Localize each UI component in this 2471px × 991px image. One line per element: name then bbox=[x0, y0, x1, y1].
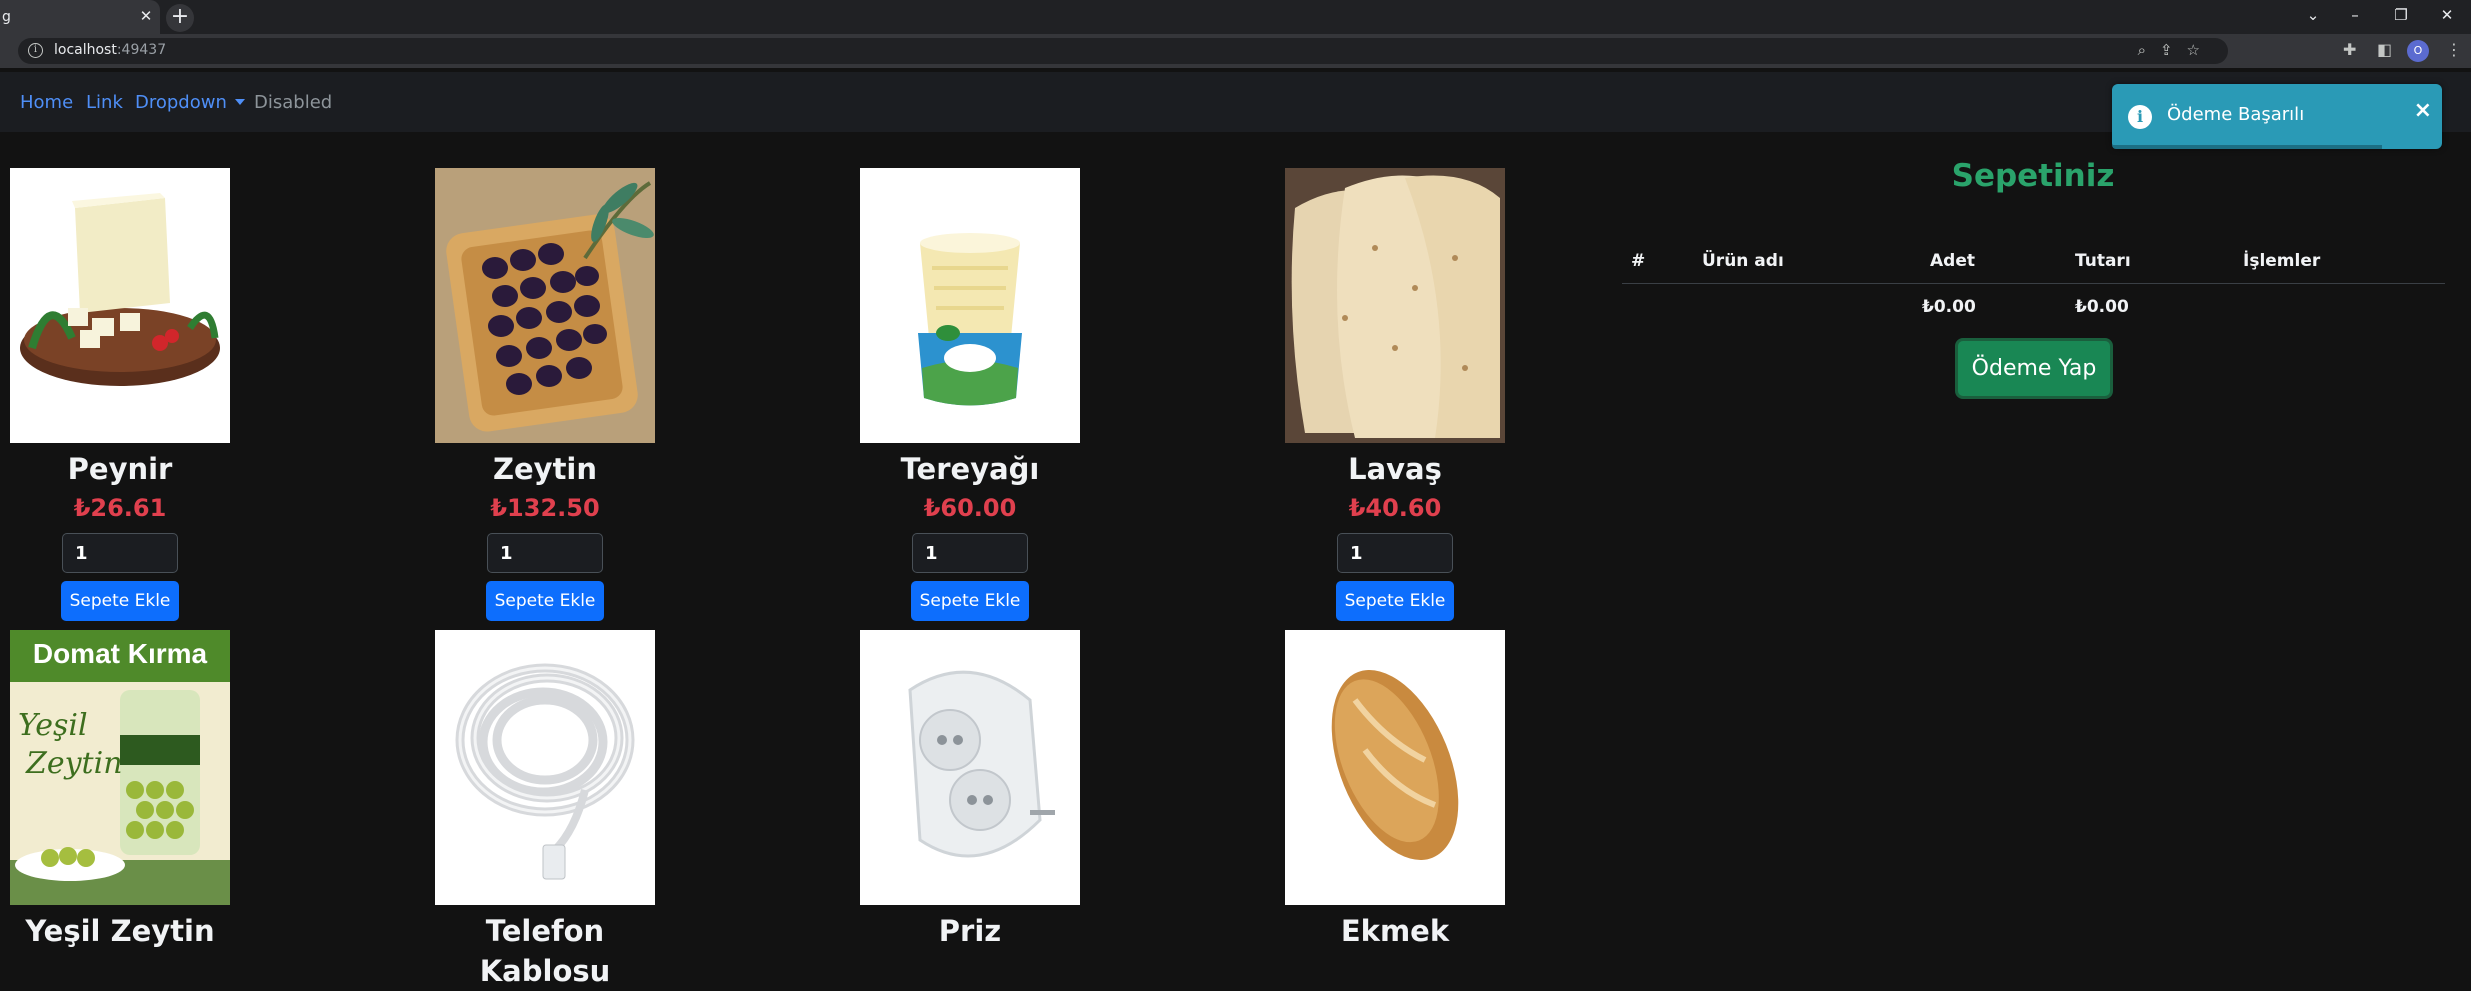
browser-toolbar: i localhost:49437 ⌕⇪☆ ✚ ◧ O ⋮ bbox=[0, 34, 2471, 68]
add-to-cart-button[interactable]: Sepete Ekle bbox=[911, 581, 1029, 621]
product-image-butter bbox=[860, 168, 1080, 443]
close-icon[interactable]: × bbox=[2414, 98, 2432, 123]
product-image-socket bbox=[860, 630, 1080, 905]
product-name: Lavaş bbox=[1348, 452, 1442, 486]
product-price: ₺132.50 bbox=[490, 494, 600, 522]
quantity-input[interactable] bbox=[1337, 533, 1453, 573]
add-to-cart-button[interactable]: Sepete Ekle bbox=[1336, 581, 1454, 621]
product-image-phone-cable bbox=[435, 630, 655, 905]
cart-title: Sepetiniz bbox=[1951, 158, 2115, 194]
browser-tabstrip: g ✕ + ⌄ – ❐ ✕ bbox=[0, 0, 2471, 34]
add-to-cart-button[interactable]: Sepete Ekle bbox=[486, 581, 604, 621]
zoom-icon[interactable]: ⌕ bbox=[2138, 41, 2160, 59]
omnibox-actions: ⌕⇪☆ bbox=[2138, 41, 2214, 59]
share-icon[interactable]: ⇪ bbox=[2160, 41, 2187, 59]
image-label-yesil: Yeşil bbox=[18, 708, 88, 743]
product-name: Ekmek bbox=[1340, 914, 1450, 948]
product-card: Tereyağı ₺60.00 Sepete Ekle bbox=[860, 168, 1080, 621]
toast-progress-bar bbox=[2112, 145, 2382, 149]
minimize-icon[interactable]: – bbox=[2332, 0, 2378, 34]
success-toast[interactable]: i Ödeme Başarılı × bbox=[2112, 84, 2442, 149]
product-image-bread bbox=[1285, 630, 1505, 905]
site-info-icon[interactable]: i bbox=[28, 43, 43, 58]
product-card: Peynir ₺26.61 Sepete Ekle bbox=[10, 168, 230, 621]
profile-avatar[interactable]: O bbox=[2407, 40, 2429, 62]
product-image-green-olives: Domat Kırma Yeşil Zeytin bbox=[10, 630, 230, 905]
bookmark-star-icon[interactable]: ☆ bbox=[2187, 41, 2214, 59]
product-image-olives bbox=[435, 168, 655, 443]
col-header-quantity: Adet bbox=[1930, 251, 1975, 271]
product-price: ₺26.61 bbox=[73, 494, 167, 522]
image-label-domat-kirma: Domat Kırma bbox=[32, 638, 208, 669]
product-card: Zeytin ₺132.50 Sepete Ekle bbox=[435, 168, 655, 621]
image-label-zeytin: Zeytin bbox=[26, 746, 123, 781]
product-card: Priz bbox=[860, 630, 1080, 951]
quantity-input[interactable] bbox=[912, 533, 1028, 573]
product-name: Peynir bbox=[67, 452, 173, 486]
quantity-input[interactable] bbox=[487, 533, 603, 573]
product-price: ₺60.00 bbox=[923, 494, 1017, 522]
tab-title: g bbox=[2, 9, 11, 25]
product-price: ₺40.60 bbox=[1348, 494, 1442, 522]
col-header-actions: İşlemler bbox=[2243, 251, 2321, 271]
product-card: Telefon Kablosu bbox=[435, 630, 655, 988]
product-name: Yeşil Zeytin bbox=[25, 914, 215, 948]
nav-disabled-link: Disabled bbox=[254, 92, 333, 113]
side-panel-icon[interactable]: ◧ bbox=[2377, 40, 2392, 59]
cart-quantity-total: ₺0.00 bbox=[1922, 297, 1976, 317]
tab-search-icon[interactable]: ⌄ bbox=[2290, 0, 2336, 34]
nav-dropdown-toggle[interactable]: Dropdown bbox=[135, 92, 245, 113]
col-header-total: Tutarı bbox=[2075, 251, 2131, 271]
cart-amount-total: ₺0.00 bbox=[2075, 297, 2129, 317]
product-name: Priz bbox=[938, 914, 1002, 948]
browser-tab[interactable]: g ✕ bbox=[0, 0, 160, 34]
url-text: localhost:49437 bbox=[54, 42, 167, 58]
restore-icon[interactable]: ❐ bbox=[2378, 0, 2424, 34]
tab-close-icon[interactable]: ✕ bbox=[136, 6, 156, 26]
product-card: Ekmek bbox=[1285, 630, 1505, 951]
product-card: Domat Kırma Yeşil Zeytin Yeşil Zeytin bbox=[10, 630, 230, 951]
caret-down-icon bbox=[234, 99, 245, 105]
product-image-lavash bbox=[1285, 168, 1505, 443]
checkout-button[interactable]: Ödeme Yap bbox=[1955, 338, 2113, 399]
product-card: Lavaş ₺40.60 Sepete Ekle bbox=[1285, 168, 1505, 621]
quantity-input[interactable] bbox=[62, 533, 178, 573]
cart-table: # Ürün adı Adet Tutarı İşlemler ₺0.00 ₺0… bbox=[1622, 238, 2445, 330]
info-icon: i bbox=[2128, 105, 2152, 129]
product-name: Tereyağı bbox=[900, 452, 1040, 486]
product-name: Zeytin bbox=[492, 452, 598, 486]
product-name: Telefon Kablosu bbox=[479, 914, 611, 988]
address-bar[interactable]: i localhost:49437 ⌕⇪☆ bbox=[18, 38, 2228, 64]
site-navbar: Home Link Dropdown Disabled bbox=[0, 72, 2471, 132]
col-header-number: # bbox=[1631, 251, 1646, 271]
new-tab-button[interactable]: + bbox=[166, 4, 194, 32]
toast-message: Ödeme Başarılı bbox=[2167, 104, 2305, 125]
close-window-icon[interactable]: ✕ bbox=[2424, 0, 2470, 34]
browser-menu-icon[interactable]: ⋮ bbox=[2446, 40, 2462, 59]
col-header-product-name: Ürün adı bbox=[1702, 251, 1784, 271]
nav-link[interactable]: Link bbox=[86, 92, 123, 113]
add-to-cart-button[interactable]: Sepete Ekle bbox=[61, 581, 179, 621]
product-image-cheese bbox=[10, 168, 230, 443]
cart-header-row: # Ürün adı Adet Tutarı İşlemler bbox=[1622, 238, 2445, 284]
extensions-icon[interactable]: ✚ bbox=[2343, 40, 2356, 59]
nav-home-link[interactable]: Home bbox=[20, 92, 73, 113]
cart-total-row: ₺0.00 ₺0.00 bbox=[1622, 284, 2445, 330]
